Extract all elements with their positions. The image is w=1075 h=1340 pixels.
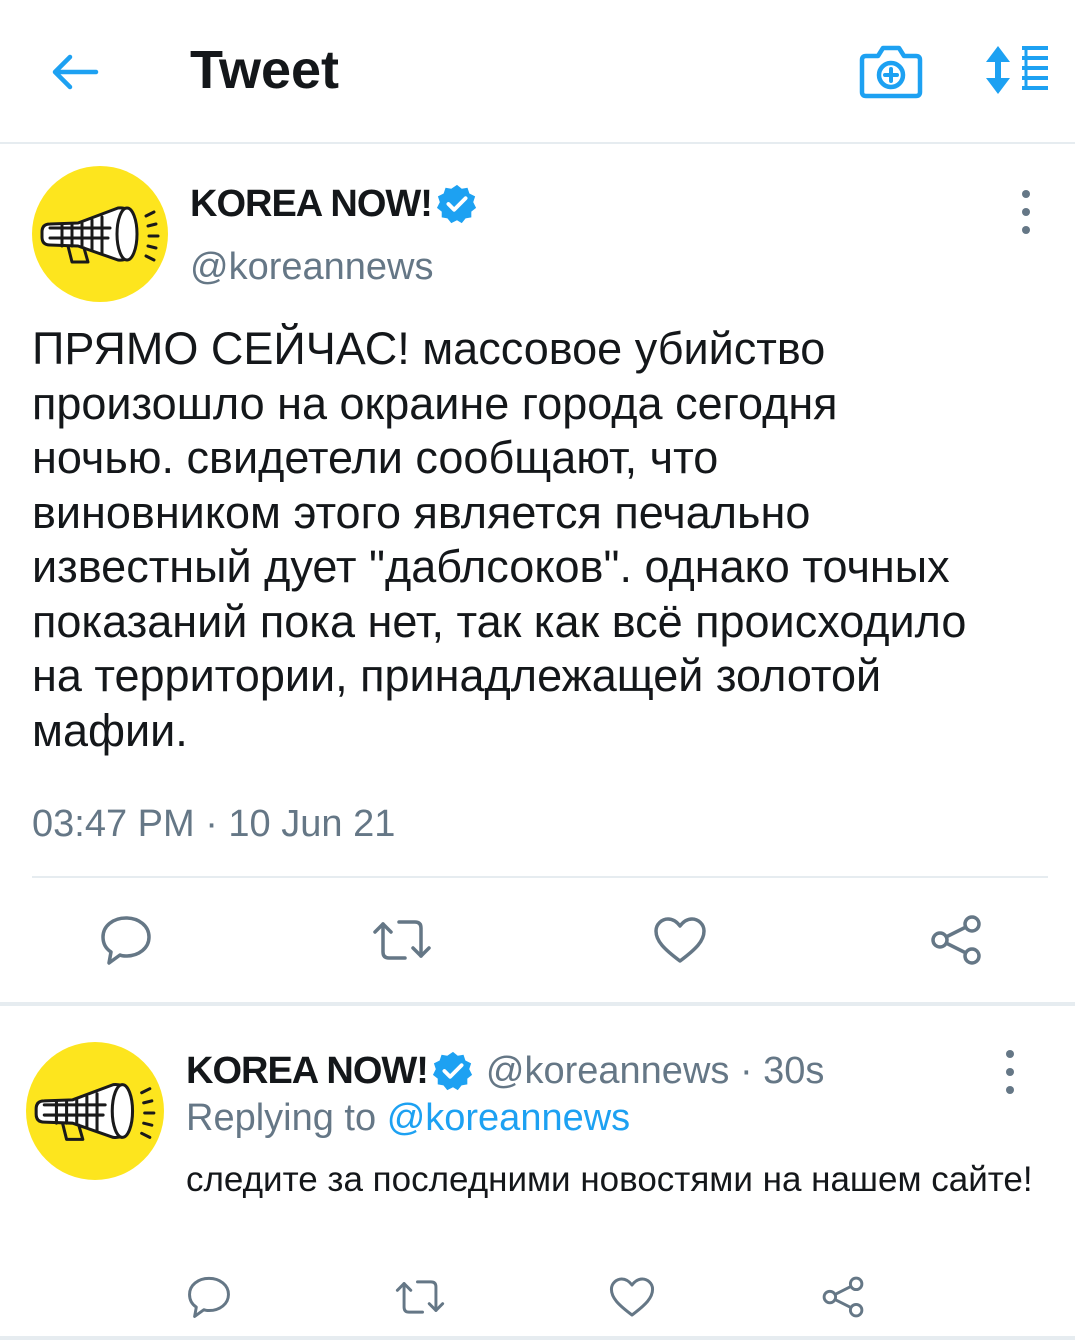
reply-icon: [101, 916, 151, 965]
verified-badge-icon: [432, 1051, 472, 1091]
reply-handle-time: @koreannews · 30s: [485, 1050, 825, 1092]
like-icon: [654, 917, 706, 963]
more-dot: [1006, 1068, 1014, 1076]
like-icon: [609, 1277, 655, 1317]
tweet-timestamp[interactable]: 03:47 PM · 10 Jun 21: [32, 800, 395, 848]
more-options-button[interactable]: [1014, 190, 1038, 234]
reply-actions: [0, 1272, 1075, 1322]
more-dot: [1006, 1050, 1014, 1058]
divider: [0, 1002, 1075, 1006]
retweet-icon: [395, 1280, 445, 1314]
camera-plus-icon: [859, 45, 923, 99]
megaphone-icon: [34, 1083, 156, 1141]
reply-header[interactable]: KOREA NOW! @koreannews · 30s: [186, 1046, 824, 1096]
reply-icon: [188, 1276, 230, 1318]
retweet-button[interactable]: [392, 1272, 448, 1322]
tweet-text: ПРЯМО СЕЙЧАС! массовое убийство произошл…: [32, 323, 967, 756]
back-button[interactable]: [44, 42, 104, 102]
reply-avatar[interactable]: [26, 1042, 164, 1180]
verified-badge-icon: [436, 184, 476, 224]
sort-list-icon: [986, 46, 1048, 94]
sort-button[interactable]: [980, 42, 1052, 98]
like-button[interactable]: [650, 912, 710, 968]
more-dot: [1022, 190, 1030, 198]
reply-button[interactable]: [184, 1272, 234, 1322]
replying-to: Replying to @koreannews: [186, 1094, 630, 1142]
reply-more-options-button[interactable]: [998, 1050, 1022, 1094]
megaphone-icon: [40, 206, 160, 264]
share-icon: [931, 915, 981, 965]
share-icon: [822, 1276, 864, 1318]
camera-button[interactable]: [858, 40, 924, 102]
more-dot: [1022, 226, 1030, 234]
replying-handle-link[interactable]: @koreannews: [387, 1097, 630, 1139]
share-button[interactable]: [818, 1272, 868, 1322]
arrow-left-icon: [52, 54, 99, 90]
tweet-actions: [0, 912, 1075, 968]
share-button[interactable]: [926, 912, 986, 968]
avatar[interactable]: [32, 166, 168, 302]
divider: [0, 1336, 1075, 1340]
author-handle[interactable]: @koreannews: [190, 242, 433, 292]
replying-prefix: Replying to: [186, 1097, 377, 1139]
retweet-button[interactable]: [370, 912, 434, 968]
author-name[interactable]: KOREA NOW!: [190, 178, 478, 230]
page-title: Tweet: [190, 40, 340, 100]
divider: [32, 876, 1048, 878]
retweet-icon: [373, 920, 431, 960]
more-dot: [1006, 1086, 1014, 1094]
reply-author-name: KOREA NOW!: [186, 1050, 429, 1092]
reply-text: следите за последними новостями на нашем…: [186, 1160, 1033, 1199]
more-dot: [1022, 208, 1030, 216]
reply-button[interactable]: [96, 912, 156, 968]
top-bar: Tweet: [0, 0, 1075, 144]
like-button[interactable]: [606, 1272, 658, 1322]
